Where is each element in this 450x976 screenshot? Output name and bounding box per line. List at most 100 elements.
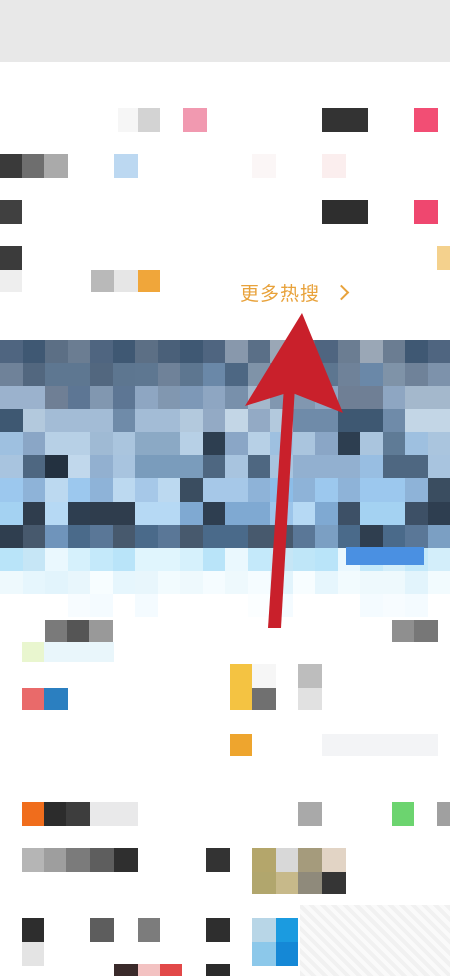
mosaic-cell (202, 340, 225, 364)
pixel-block (206, 964, 230, 976)
mosaic-cell (180, 524, 203, 548)
pixel-block (66, 802, 90, 826)
mosaic-cell (360, 478, 383, 502)
more-hot-search-link[interactable]: 更多热搜 (240, 276, 350, 308)
mosaic-cell (0, 547, 23, 571)
mosaic-cell (22, 478, 45, 502)
mosaic-cell (247, 547, 270, 571)
mosaic-cell (270, 524, 293, 548)
mosaic-cell (180, 570, 203, 594)
mosaic-cell (157, 593, 180, 617)
mosaic-cell (180, 616, 203, 640)
watermark-area (300, 905, 450, 976)
mosaic-cell (90, 386, 113, 410)
pixel-block (252, 942, 276, 966)
mosaic-cell (112, 524, 135, 548)
pixel-block (230, 734, 252, 756)
mosaic-cell (247, 478, 270, 502)
pixel-block (206, 918, 230, 942)
mosaic-cell (360, 524, 383, 548)
pixel-block (298, 848, 322, 872)
pixel-block (414, 620, 438, 642)
pixel-block (44, 688, 68, 710)
mosaic-cell (337, 524, 360, 548)
mosaic-cell (225, 340, 248, 364)
mosaic-cell (315, 616, 338, 640)
mosaic-cell (337, 616, 360, 640)
mosaic-cell (112, 363, 135, 387)
mosaic-cell (382, 478, 405, 502)
mosaic-cell (360, 616, 383, 640)
mosaic-cell (270, 501, 293, 525)
mosaic-cell (405, 455, 428, 479)
mosaic-cell (382, 340, 405, 364)
pixel-block (322, 108, 368, 132)
mosaic-cell (202, 386, 225, 410)
pixel-block (44, 154, 68, 178)
mosaic-cell (0, 432, 23, 456)
mosaic-cell (22, 363, 45, 387)
mosaic-cell (427, 593, 450, 617)
mosaic-cell (405, 340, 428, 364)
mosaic-cell (337, 432, 360, 456)
mosaic-cell (315, 432, 338, 456)
pixel-block (90, 802, 138, 826)
mosaic-cell (67, 524, 90, 548)
pixel-block (276, 872, 298, 894)
blurred-banner-image[interactable] (0, 340, 450, 640)
mosaic-cell (157, 547, 180, 571)
pixel-block (252, 918, 276, 942)
mosaic-cell (202, 593, 225, 617)
mosaic-cell (157, 501, 180, 525)
mosaic-cell (0, 593, 23, 617)
mosaic-cell (337, 340, 360, 364)
mosaic-cell (247, 409, 270, 433)
mosaic-cell (22, 593, 45, 617)
pixel-block (22, 848, 44, 872)
mosaic-cell (0, 455, 23, 479)
mosaic-cell (337, 455, 360, 479)
pixel-block (0, 270, 22, 292)
pixel-block (91, 270, 115, 292)
mosaic-cell (315, 524, 338, 548)
mosaic-cell (135, 363, 158, 387)
mosaic-cell (360, 501, 383, 525)
mosaic-cell (292, 570, 315, 594)
pixel-block (252, 872, 276, 894)
mosaic-cell (0, 340, 23, 364)
mosaic-cell (360, 363, 383, 387)
mosaic-cell (135, 524, 158, 548)
mosaic-cell (135, 593, 158, 617)
mosaic-cell (90, 409, 113, 433)
mosaic-cell (112, 501, 135, 525)
search-bar[interactable] (0, 0, 450, 62)
mosaic-cell (247, 616, 270, 640)
mosaic-cell (405, 432, 428, 456)
mosaic-cell (157, 386, 180, 410)
pixel-block (298, 872, 322, 894)
mosaic-cell (135, 616, 158, 640)
mosaic-cell (292, 455, 315, 479)
mosaic-cell (22, 570, 45, 594)
mosaic-cell (67, 363, 90, 387)
pixel-block (0, 154, 22, 178)
mosaic-cell (45, 524, 68, 548)
mosaic-cell (67, 478, 90, 502)
pixel-block (276, 942, 298, 966)
mosaic-cell (45, 432, 68, 456)
mosaic-cell (315, 340, 338, 364)
mosaic-cell (202, 616, 225, 640)
mosaic-cell (67, 455, 90, 479)
mosaic-cell (45, 340, 68, 364)
pixel-block (114, 154, 138, 178)
mosaic-cell (135, 501, 158, 525)
mosaic-cell (225, 593, 248, 617)
pixel-block (298, 688, 322, 710)
pixel-block (276, 848, 298, 872)
pixel-block (114, 270, 138, 292)
mosaic-cell (247, 432, 270, 456)
mosaic-cell (22, 501, 45, 525)
mosaic-cell (157, 363, 180, 387)
mosaic-cell (157, 478, 180, 502)
pixel-block (138, 964, 160, 976)
